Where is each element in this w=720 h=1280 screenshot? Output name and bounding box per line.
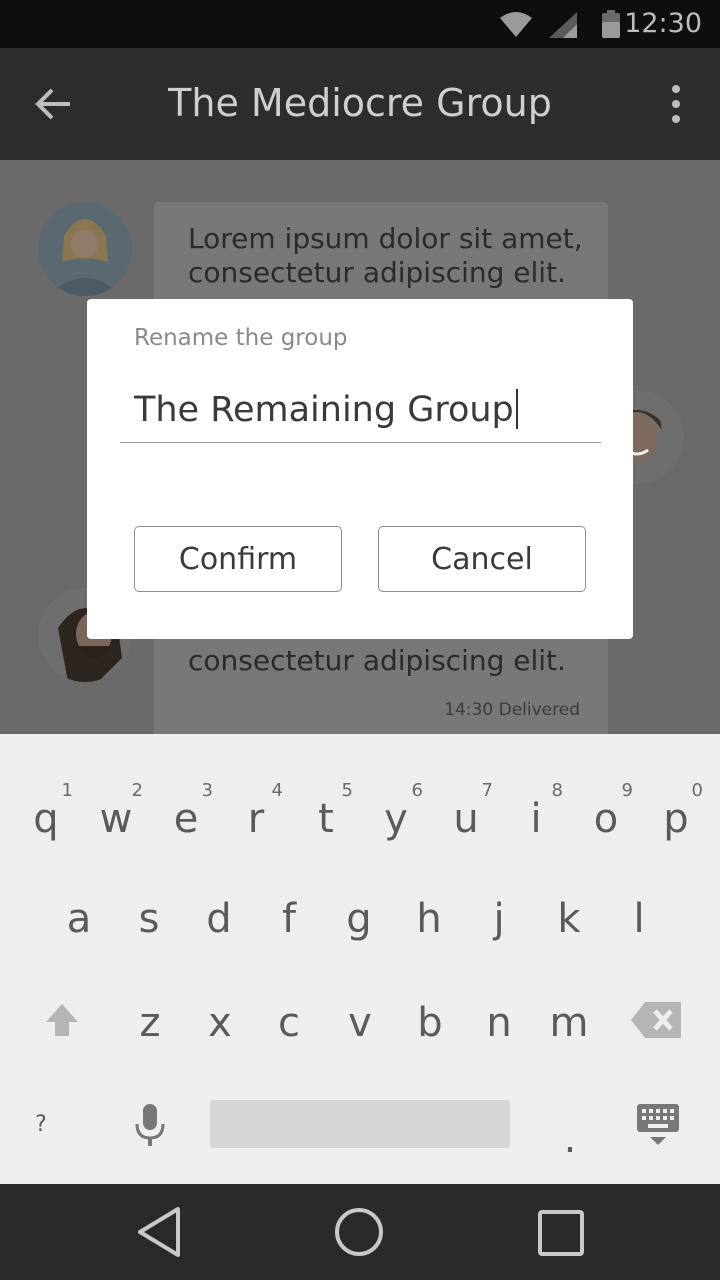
microphone-icon[interactable] (134, 1104, 166, 1146)
key-y[interactable]: 6y (361, 774, 431, 864)
signal-icon (549, 12, 577, 38)
navigation-bar (0, 1184, 720, 1280)
key-u[interactable]: 7u (431, 774, 501, 864)
dialog-label: Rename the group (134, 325, 348, 351)
key-p[interactable]: 0p (641, 774, 711, 864)
key-symbols[interactable]: ? (6, 1094, 76, 1184)
message-text: Lorem ipsum dolor sit amet, consectetur … (188, 222, 583, 289)
nav-recents-icon[interactable] (537, 1209, 585, 1257)
key-v[interactable]: v (325, 978, 395, 1068)
key-z[interactable]: z (115, 978, 185, 1068)
key-s[interactable]: s (114, 874, 184, 964)
key-h[interactable]: h (394, 874, 464, 964)
key-x[interactable]: x (185, 978, 255, 1068)
status-bar: 12:30 (0, 0, 720, 48)
key-f[interactable]: f (254, 874, 324, 964)
message-status: 14:30 Delivered (444, 700, 580, 720)
shift-icon[interactable] (44, 1002, 80, 1038)
key-n[interactable]: n (464, 978, 534, 1068)
key-period[interactable]: . (535, 1094, 605, 1184)
key-k[interactable]: k (534, 874, 604, 964)
key-g[interactable]: g (324, 874, 394, 964)
space-bar[interactable] (210, 1100, 510, 1148)
nav-back-icon[interactable] (136, 1206, 184, 1258)
keyboard-hide-icon[interactable] (637, 1104, 679, 1146)
key-w[interactable]: 2w (81, 774, 151, 864)
avatar[interactable] (38, 202, 132, 296)
confirm-button[interactable]: Confirm (134, 526, 342, 592)
more-vert-icon[interactable] (666, 84, 686, 124)
wifi-icon (500, 12, 532, 37)
group-name-input[interactable]: The Remaining Group (120, 379, 601, 443)
app-bar: The Mediocre Group (0, 48, 720, 160)
key-j[interactable]: j (464, 874, 534, 964)
battery-icon (602, 10, 620, 38)
nav-home-icon[interactable] (333, 1206, 385, 1258)
key-m[interactable]: m (534, 978, 604, 1068)
key-b[interactable]: b (395, 978, 465, 1068)
backspace-icon[interactable] (631, 1002, 681, 1038)
rename-dialog: Rename the group The Remaining Group Con… (87, 299, 633, 639)
key-d[interactable]: d (184, 874, 254, 964)
key-a[interactable]: a (44, 874, 114, 964)
page-title: The Mediocre Group (168, 81, 552, 125)
status-time: 12:30 (624, 8, 702, 39)
key-t[interactable]: 5t (291, 774, 361, 864)
group-name-value: The Remaining Group (134, 390, 514, 430)
key-o[interactable]: 9o (571, 774, 641, 864)
message-text: consectetur adipiscing elit. (188, 644, 566, 677)
key-e[interactable]: 3e (151, 774, 221, 864)
soft-keyboard: 1q 2w 3e 4r 5t 6y 7u 8i 9o 0p a s d f g … (0, 734, 720, 1184)
text-caret (515, 389, 518, 429)
key-c[interactable]: c (254, 978, 324, 1068)
key-l[interactable]: l (604, 874, 674, 964)
cancel-button[interactable]: Cancel (378, 526, 586, 592)
key-i[interactable]: 8i (501, 774, 571, 864)
key-q[interactable]: 1q (11, 774, 81, 864)
key-r[interactable]: 4r (221, 774, 291, 864)
